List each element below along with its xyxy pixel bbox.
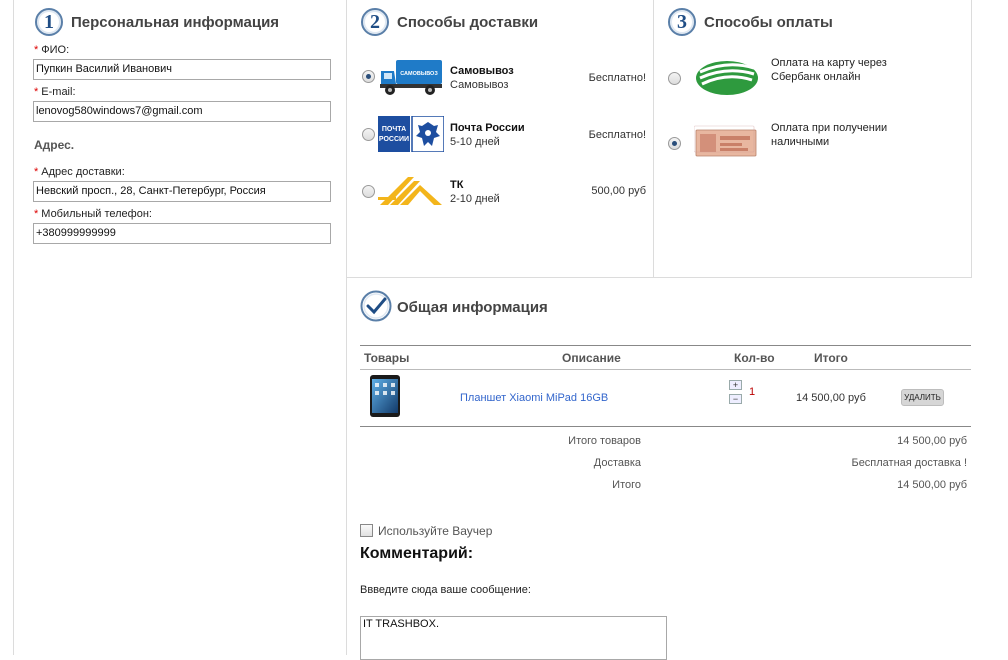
svg-text:ПОЧТА: ПОЧТА	[382, 126, 406, 133]
shipping-price-post: Бесплатно!	[588, 129, 646, 141]
email-label: * E-mail:	[34, 86, 76, 98]
shipping-radio-post[interactable]	[362, 128, 375, 141]
product-link[interactable]: Планшет Xiaomi MiPad 16GB	[460, 392, 608, 404]
goods-total-value: 14 500,00 руб	[897, 435, 967, 447]
table-bottom-rule	[360, 426, 971, 427]
delivery-value: Бесплатная доставка !	[851, 457, 967, 469]
item-price: 14 500,00 руб	[796, 392, 866, 404]
delivery-truck-icon: САМОВЫВОЗ	[378, 57, 444, 97]
personal-info-title: Персональная информация	[71, 14, 280, 31]
phone-label: * Мобильный телефон:	[34, 208, 152, 220]
qty-increase-button[interactable]: +	[729, 380, 742, 390]
shipping-sub-post: 5-10 дней	[450, 136, 500, 148]
shipping-title: Способы доставки	[397, 14, 539, 31]
summary-title: Общая информация	[397, 299, 548, 316]
step-3-badge: 3	[668, 8, 696, 36]
address-field[interactable]: Невский просп., 28, Санкт-Петербург, Рос…	[33, 181, 331, 202]
col-total: Итого	[814, 351, 848, 365]
banknote-icon	[693, 124, 758, 160]
tablet-thumbnail[interactable]	[369, 374, 401, 418]
address-label: * Адрес доставки:	[34, 166, 125, 178]
shipping-name-pickup: Самовывоз	[450, 65, 514, 77]
payment-title: Способы оплаты	[704, 14, 833, 31]
goods-total-label: Итого товаров	[568, 435, 641, 447]
table-top-rule	[360, 345, 971, 346]
shipping-price-tk: 500,00 руб	[591, 185, 646, 197]
voucher-label[interactable]: Используйте Ваучер	[378, 524, 492, 538]
sberbank-logo	[694, 58, 760, 96]
top-section-divider	[346, 277, 972, 278]
col-qty: Кол-во	[734, 351, 775, 365]
comment-heading: Комментарий:	[360, 545, 474, 562]
grand-total-value: 14 500,00 руб	[897, 479, 967, 491]
shipping-radio-tk[interactable]	[362, 185, 375, 198]
russian-post-logo: ПОЧТА РОССИИ	[378, 115, 445, 153]
comment-prompt: Ввведите сюда ваше сообщение:	[360, 584, 531, 596]
payment-radio-sberbank[interactable]	[668, 72, 681, 85]
payment-radio-cash[interactable]	[668, 137, 681, 150]
voucher-checkbox[interactable]	[360, 524, 373, 537]
remove-item-button[interactable]: УДАЛИТЬ	[901, 389, 944, 406]
payment-label-sberbank: Оплата на карту через Сбербанк онлайн	[771, 57, 887, 83]
svg-text:РОССИИ: РОССИИ	[379, 136, 409, 143]
grand-total-label: Итого	[612, 479, 641, 491]
shipping-sub-pickup: Самовывоз	[450, 79, 509, 91]
payment-label-cash: Оплата при получении наличными	[771, 122, 888, 148]
table-header-rule	[360, 369, 971, 370]
comment-textarea[interactable]: IT TRASHBOX.	[360, 616, 667, 660]
step-2-badge: 2	[361, 8, 389, 36]
address-heading: Адрес.	[34, 138, 75, 152]
right-border	[971, 0, 972, 277]
checkmark-badge-icon	[360, 290, 392, 322]
col-goods: Товары	[364, 351, 410, 365]
left-border	[13, 0, 14, 655]
email-field[interactable]: lenovog580windows7@gmail.com	[33, 101, 331, 122]
step-1-badge: 1	[35, 8, 63, 36]
col-description: Описание	[562, 351, 621, 365]
shipping-sub-tk: 2-10 дней	[450, 193, 500, 205]
svg-text:САМОВЫВОЗ: САМОВЫВОЗ	[400, 71, 438, 77]
shipping-radio-pickup[interactable]	[362, 70, 375, 83]
transport-company-logo	[378, 175, 444, 207]
shipping-name-post: Почта России	[450, 122, 525, 134]
name-label: * ФИО:	[34, 44, 70, 56]
qty-value: 1	[749, 386, 756, 398]
shipping-price-pickup: Бесплатно!	[588, 72, 646, 84]
column-divider-1	[346, 0, 347, 655]
column-divider-2	[653, 0, 654, 277]
phone-field[interactable]: +380999999999	[33, 223, 331, 244]
shipping-name-tk: ТК	[450, 179, 464, 191]
qty-decrease-button[interactable]: −	[729, 394, 742, 404]
delivery-label: Доставка	[593, 457, 641, 469]
name-field[interactable]: Пупкин Василий Иванович	[33, 59, 331, 80]
